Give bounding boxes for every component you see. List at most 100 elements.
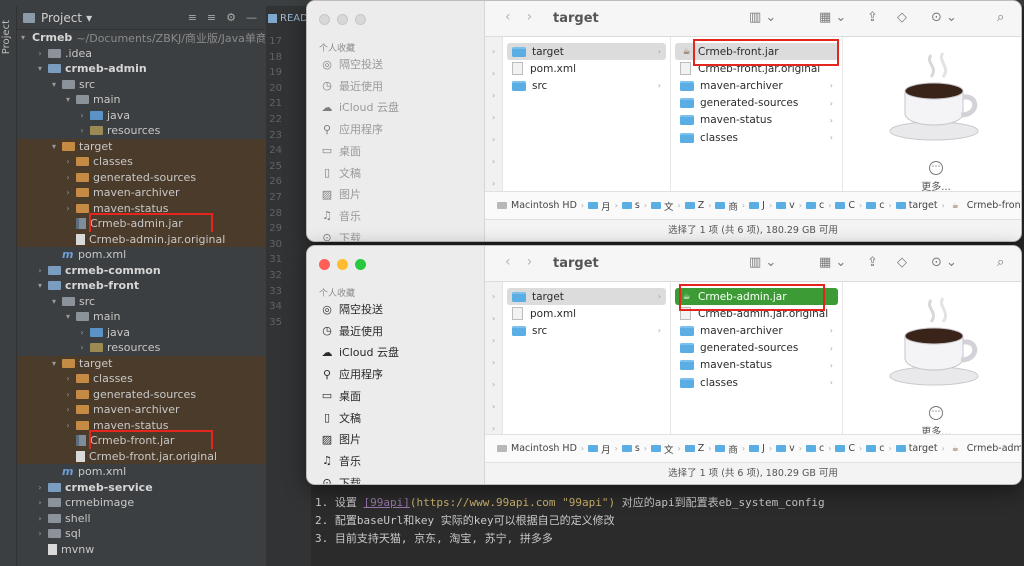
path-segment[interactable]: 月 <box>588 199 611 213</box>
path-segment[interactable]: c <box>806 443 824 454</box>
column-view-icon[interactable]: ▥ ⌄ <box>749 10 776 25</box>
tag-icon[interactable]: ◇ <box>897 10 907 25</box>
path-segment[interactable]: 商 <box>715 442 738 456</box>
file-row[interactable]: maven-status› <box>675 112 838 129</box>
path-segment[interactable]: c <box>806 200 824 211</box>
minimize-icon[interactable]: — <box>246 11 257 24</box>
file-row[interactable]: maven-archiver› <box>675 77 838 94</box>
minimize-icon[interactable] <box>337 259 348 270</box>
tree-item[interactable]: Crmeb-front.jar.original <box>17 449 265 465</box>
path-segment[interactable]: target <box>896 443 938 454</box>
path-segment[interactable]: 月 <box>588 442 611 456</box>
tree-item[interactable]: mpom.xml <box>17 247 265 263</box>
path-segment[interactable]: Macintosh HD <box>497 443 577 454</box>
path-segment[interactable]: target <box>896 200 938 211</box>
finder-column[interactable]: ☕Crmeb-front.jarCrmeb-front.jar.original… <box>671 37 843 191</box>
tree-item[interactable]: ›resources <box>17 123 265 139</box>
sidebar-item[interactable]: ♫音乐 <box>321 452 361 470</box>
chevron-right-icon[interactable]: › <box>35 483 45 492</box>
more-actions-icon[interactable]: ⊙ ⌄ <box>931 255 957 270</box>
sidebar-item[interactable]: ▭桌面 <box>321 387 361 405</box>
expand-all-icon[interactable]: ≡ <box>207 11 216 24</box>
group-icon[interactable]: ▦ ⌄ <box>819 255 846 270</box>
path-segment[interactable]: C <box>835 443 855 454</box>
chevron-down-icon[interactable]: ▾ <box>21 33 25 42</box>
column-view-icon[interactable]: ▥ ⌄ <box>749 255 776 270</box>
tree-item[interactable]: ›maven-archiver <box>17 402 265 418</box>
minimize-icon[interactable] <box>337 14 348 25</box>
path-segment[interactable]: ☕Crmeb-admin.jar <box>949 443 1021 454</box>
tree-item[interactable]: ›.idea <box>17 46 265 62</box>
chevron-down-icon[interactable]: ▾ <box>35 64 45 73</box>
tree-item[interactable]: ▾src <box>17 77 265 93</box>
path-segment[interactable]: s <box>622 200 640 211</box>
sidebar-item[interactable]: ⊙下载 <box>321 229 361 242</box>
file-row[interactable]: Crmeb-admin.jar.original <box>675 305 838 322</box>
path-segment[interactable]: 文 <box>651 442 674 456</box>
editor-tab-readme[interactable]: READ <box>268 10 308 26</box>
file-row[interactable]: src› <box>507 77 666 94</box>
file-row[interactable]: maven-archiver› <box>675 322 838 339</box>
sidebar-item[interactable]: ▯文稿 <box>321 164 361 182</box>
chevron-right-icon[interactable]: › <box>77 343 87 352</box>
chevron-down-icon[interactable]: ▾ <box>63 95 73 104</box>
path-segment[interactable]: J <box>749 200 765 211</box>
parent-column-strip[interactable]: ›››››››› <box>485 282 503 434</box>
path-segment[interactable]: Macintosh HD <box>497 200 577 211</box>
file-row[interactable]: target› <box>507 43 666 60</box>
tree-item[interactable]: mpom.xml <box>17 464 265 480</box>
back-forward-icon[interactable]: ‹› <box>505 9 548 25</box>
sidebar-item[interactable]: ▭桌面 <box>321 142 361 160</box>
sidebar-item[interactable]: ◎隔空投送 <box>321 300 383 318</box>
file-row[interactable]: pom.xml <box>507 305 666 322</box>
chevron-right-icon[interactable]: › <box>35 49 45 58</box>
share-icon[interactable]: ⇪ <box>867 10 878 25</box>
more-actions-icon[interactable]: ⊙ ⌄ <box>931 10 957 25</box>
tree-item[interactable]: mvnw <box>17 542 265 558</box>
search-icon[interactable]: ⌕ <box>997 255 1004 270</box>
path-segment[interactable]: Z <box>685 443 705 454</box>
path-segment[interactable]: v <box>776 443 795 454</box>
chevron-right-icon[interactable]: › <box>77 111 87 120</box>
tree-item[interactable]: ▾target <box>17 356 265 372</box>
chevron-right-icon[interactable]: › <box>77 328 87 337</box>
path-segment[interactable]: Z <box>685 200 705 211</box>
tree-item[interactable]: ▾main <box>17 92 265 108</box>
sidebar-item[interactable]: ☁iCloud 云盘 <box>321 343 399 361</box>
chevron-right-icon[interactable]: › <box>63 421 73 430</box>
chevron-right-icon[interactable]: › <box>63 405 73 414</box>
chevron-right-icon[interactable]: › <box>63 204 73 213</box>
more-button[interactable]: ⋯更多... <box>911 161 961 193</box>
file-row[interactable]: generated-sources› <box>675 95 838 112</box>
sidebar-item[interactable]: ▯文稿 <box>321 409 361 427</box>
zoom-icon[interactable] <box>355 14 366 25</box>
share-icon[interactable]: ⇪ <box>867 255 878 270</box>
path-segment[interactable]: 文 <box>651 199 674 213</box>
file-row[interactable]: classes› <box>675 374 838 391</box>
code-link[interactable]: [99api] <box>364 496 410 509</box>
tree-item[interactable]: ›crmeb-common <box>17 263 265 279</box>
tree-item[interactable]: ›crmeb-service <box>17 480 265 496</box>
sidebar-item[interactable]: ▨图片 <box>321 185 361 203</box>
tree-item[interactable]: ▾target <box>17 139 265 155</box>
file-row[interactable]: pom.xml <box>507 60 666 77</box>
chevron-right-icon[interactable]: › <box>35 529 45 538</box>
sidebar-item[interactable]: ◎隔空投送 <box>321 55 383 73</box>
finder-column[interactable]: ☕Crmeb-admin.jarCrmeb-admin.jar.original… <box>671 282 843 434</box>
file-row[interactable]: ☕Crmeb-admin.jar <box>675 288 838 305</box>
chevron-right-icon[interactable]: › <box>35 266 45 275</box>
gear-icon[interactable]: ⚙ <box>226 11 236 24</box>
tree-item[interactable]: ▾crmeb-front <box>17 278 265 294</box>
back-forward-icon[interactable]: ‹› <box>505 254 548 270</box>
tree-item[interactable]: ›shell <box>17 511 265 527</box>
tag-icon[interactable]: ◇ <box>897 255 907 270</box>
zoom-icon[interactable] <box>355 259 366 270</box>
tree-item[interactable]: ›maven-status <box>17 418 265 434</box>
file-row[interactable]: ☕Crmeb-front.jar <box>675 43 838 60</box>
path-segment[interactable]: c <box>866 200 884 211</box>
tree-item[interactable]: ›maven-archiver <box>17 185 265 201</box>
chevron-right-icon[interactable]: › <box>77 126 87 135</box>
sidebar-item[interactable]: ▨图片 <box>321 430 361 448</box>
path-segment[interactable]: s <box>622 443 640 454</box>
tree-item[interactable]: ›java <box>17 325 265 341</box>
